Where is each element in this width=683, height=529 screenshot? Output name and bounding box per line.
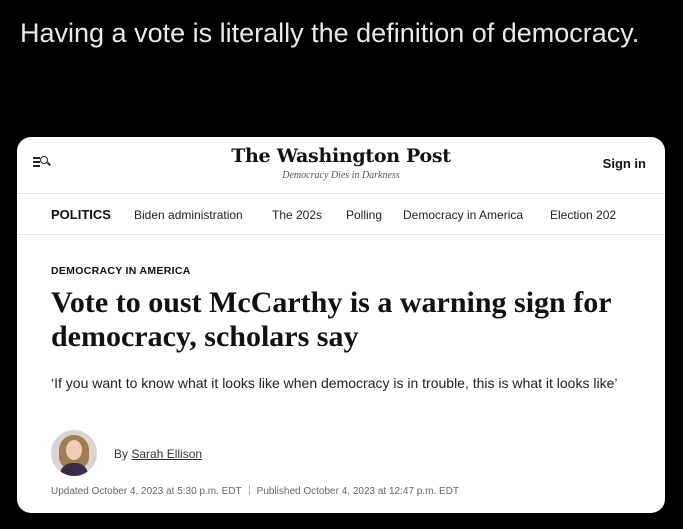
updated-date: Updated October 4, 2023 at 5:30 p.m. EDT (51, 486, 242, 497)
nav-item-the-202s[interactable]: The 202s (272, 208, 322, 222)
author-link[interactable]: Sarah Ellison (131, 447, 202, 461)
nav-item-election[interactable]: Election 202 (550, 208, 616, 222)
article-kicker[interactable]: DEMOCRACY IN AMERICA (51, 265, 191, 277)
byline: By Sarah Ellison (51, 430, 551, 478)
site-logo[interactable]: The Washington Post (17, 145, 665, 167)
article-dates: Updated October 4, 2023 at 5:30 p.m. EDT… (51, 485, 459, 497)
published-date: Published October 4, 2023 at 12:47 p.m. … (256, 486, 460, 497)
nav-section-politics[interactable]: POLITICS (51, 207, 111, 222)
tweet-text: Having a vote is literally the definitio… (20, 18, 640, 48)
sign-in-link[interactable]: Sign in (603, 156, 646, 171)
nav-item-democracy-in-america[interactable]: Democracy in America (403, 208, 523, 222)
site-tagline: Democracy Dies in Darkness (282, 170, 400, 181)
article-headline: Vote to oust McCarthy is a warning sign … (51, 286, 611, 353)
date-divider (248, 485, 250, 495)
byline-text: By Sarah Ellison (114, 447, 202, 461)
article-subhead: ‘If you want to know what it looks like … (51, 375, 618, 391)
nav-item-polling[interactable]: Polling (346, 208, 382, 222)
byline-prefix: By (114, 447, 129, 461)
nav-item-biden-administration[interactable]: Biden administration (134, 208, 243, 222)
site-header: The Washington Post Democracy Dies in Da… (17, 137, 665, 187)
article-card[interactable]: The Washington Post Democracy Dies in Da… (17, 137, 665, 513)
section-nav: POLITICS Biden administration The 202s P… (17, 193, 665, 235)
author-avatar[interactable] (51, 430, 97, 476)
